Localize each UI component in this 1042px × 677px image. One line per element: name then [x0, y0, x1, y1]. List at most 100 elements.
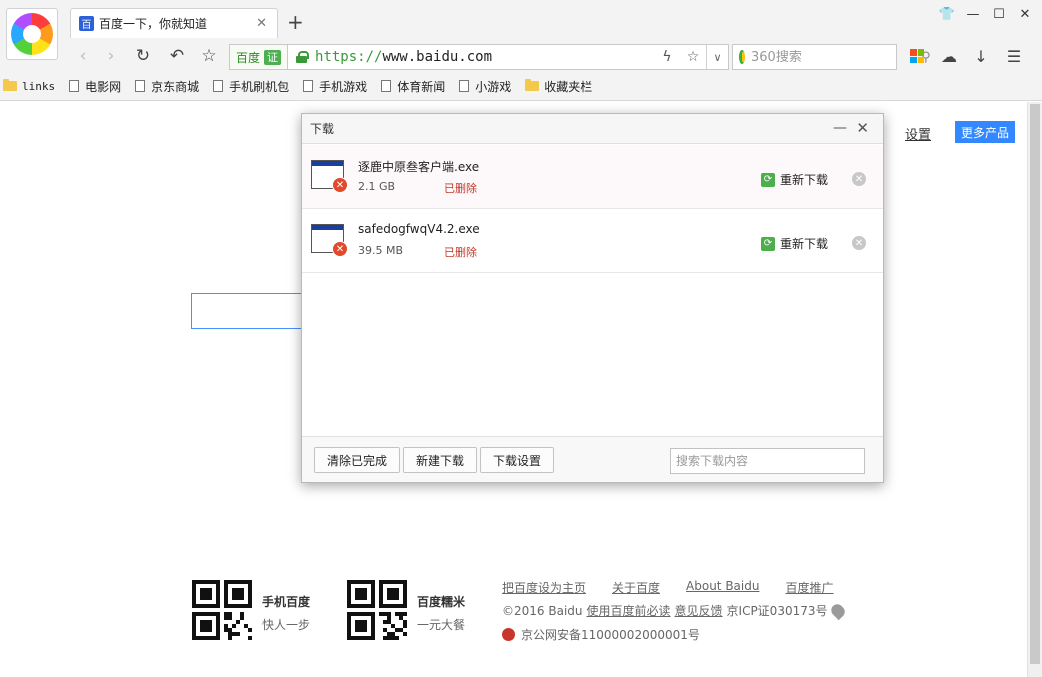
scrollbar-thumb[interactable]	[1030, 104, 1040, 664]
police-record-text: 京公网安备11000002000001号	[521, 628, 700, 642]
window-controls: 👕 — ☐ ✕	[939, 5, 1032, 23]
ev-site-name: 百度	[236, 50, 261, 65]
folder-icon	[525, 79, 540, 91]
page-icon	[135, 80, 146, 92]
reload-icon[interactable]: ↻	[132, 45, 154, 67]
page-icon	[69, 80, 80, 92]
tab-baidu[interactable]: 百 百度一下，你就知道 ✕	[70, 8, 278, 38]
download-status: 已删除	[444, 182, 477, 195]
download-filename: 逐鹿中原叁客户端.exe	[358, 160, 480, 174]
search-box[interactable]: ⚲	[732, 44, 931, 70]
about-baidu-cn-link[interactable]: 关于百度	[612, 579, 660, 596]
qr-subtitle: 一元大餐	[417, 618, 466, 632]
search-input[interactable]	[751, 49, 921, 65]
menu-icon[interactable]: ☰	[1003, 45, 1025, 67]
police-badge-icon	[502, 628, 515, 641]
qr-mobile-baidu[interactable]: 手机百度 快人一步	[192, 580, 310, 640]
bookmark-label: 电影网	[85, 79, 122, 94]
redownload-button[interactable]: ⟳ 重新下载	[761, 235, 828, 252]
baidu-search-input[interactable]	[191, 293, 306, 329]
ev-cert-mark: 证	[264, 49, 282, 65]
download-settings-button[interactable]: 下载设置	[480, 447, 554, 473]
download-icon[interactable]: ↓	[970, 45, 992, 67]
bookmark-mini-games[interactable]: 小游戏	[459, 78, 511, 95]
footer-copyright-line: ©2016 Baidu 使用百度前必读 意见反馈 京ICP证030173号	[502, 601, 847, 620]
bookmark-sports[interactable]: 体育新闻	[381, 78, 445, 95]
undo-close-icon[interactable]: ↶	[166, 45, 188, 67]
url-text[interactable]: https://www.baidu.com	[315, 49, 654, 65]
page-icon	[459, 80, 470, 92]
bookmark-movie[interactable]: 电影网	[69, 78, 121, 95]
maximize-icon[interactable]: ☐	[992, 5, 1006, 23]
download-size: 39.5 MB	[358, 244, 404, 257]
bookmark-label: 手机游戏	[319, 79, 368, 94]
feedback-link[interactable]: 意见反馈	[675, 602, 723, 619]
url-host: www.baidu.com	[382, 49, 493, 65]
favorite-star-icon[interactable]: ☆	[198, 45, 220, 67]
more-products-button[interactable]: 更多产品	[955, 121, 1015, 143]
bookmark-star-icon[interactable]: ☆	[680, 45, 706, 69]
redownload-label: 重新下载	[780, 237, 829, 251]
redownload-button[interactable]: ⟳ 重新下载	[761, 171, 828, 188]
baidu-favicon-icon: 百	[79, 16, 94, 31]
footer-police-line: 京公网安备11000002000001号	[502, 626, 700, 643]
ev-certificate-badge[interactable]: 百度 证	[230, 45, 289, 69]
download-item[interactable]: ✕ 逐鹿中原叁客户端.exe 2.1 GB 已删除 ⟳ 重新下载 ✕	[302, 145, 883, 209]
exe-file-icon: ✕	[311, 224, 348, 257]
forward-button[interactable]: ›	[100, 45, 122, 67]
minimize-icon[interactable]: —	[966, 5, 980, 23]
bookmark-mobile-games[interactable]: 手机游戏	[303, 78, 367, 95]
new-tab-button[interactable]: +	[287, 10, 304, 34]
download-size: 2.1 GB	[358, 180, 396, 193]
apps-grid-icon	[910, 49, 924, 63]
remove-item-icon[interactable]: ✕	[852, 236, 866, 250]
page-icon	[381, 80, 392, 92]
tab-close-icon[interactable]: ✕	[256, 16, 267, 31]
terms-link[interactable]: 使用百度前必读	[587, 602, 671, 619]
settings-link[interactable]: 设置	[905, 124, 931, 143]
new-download-button[interactable]: 新建下载	[403, 447, 477, 473]
bookmark-rom[interactable]: 手机刷机包	[213, 78, 289, 95]
bookmark-links[interactable]: links	[3, 79, 55, 93]
url-protocol: https://	[315, 49, 383, 65]
download-search-input[interactable]	[670, 448, 865, 474]
dialog-header[interactable]: 下载 — ✕	[302, 114, 883, 144]
qr-baidu-nuomi[interactable]: 百度糯米 一元大餐	[347, 580, 465, 640]
refresh-icon: ⟳	[761, 236, 775, 251]
skin-icon[interactable]: 👕	[939, 5, 955, 23]
footer-links: 把百度设为主页 关于百度 About Baidu 百度推广	[502, 579, 833, 596]
error-icon: ✕	[332, 241, 348, 257]
error-icon: ✕	[332, 177, 348, 193]
download-filename: safedogfwqV4.2.exe	[358, 222, 480, 236]
page-icon	[303, 80, 314, 92]
dialog-minimize-icon[interactable]: —	[833, 120, 847, 136]
baidu-promotion-link[interactable]: 百度推广	[785, 579, 833, 596]
download-item[interactable]: ✕ safedogfwqV4.2.exe 39.5 MB 已删除 ⟳ 重新下载 …	[302, 209, 883, 273]
remove-item-icon[interactable]: ✕	[852, 172, 866, 186]
redownload-label: 重新下载	[780, 173, 829, 187]
search-engine-icon	[739, 50, 745, 64]
dialog-close-icon[interactable]: ✕	[856, 119, 869, 137]
about-baidu-link[interactable]: About Baidu	[686, 579, 759, 596]
apps-icon[interactable]	[906, 45, 928, 67]
bookmarks-bar: links 电影网 京东商城 手机刷机包 手机游戏 体育新闻 小游戏 收藏夹栏	[0, 75, 606, 97]
icp-text: 京ICP证030173号	[726, 604, 828, 618]
browser-logo[interactable]	[6, 8, 58, 60]
address-bar[interactable]: 百度 证 https://www.baidu.com ϟ ☆ ∨	[229, 44, 729, 70]
qr-code-icon	[347, 580, 407, 640]
folder-icon	[3, 79, 17, 91]
back-button[interactable]: ‹	[72, 45, 94, 67]
page-scrollbar[interactable]	[1027, 102, 1042, 677]
bookmark-jd[interactable]: 京东商城	[135, 78, 199, 95]
clear-completed-button[interactable]: 清除已完成	[314, 447, 400, 473]
page-icon	[213, 80, 224, 92]
close-window-icon[interactable]: ✕	[1018, 5, 1032, 23]
bookmark-label: 体育新闻	[397, 79, 446, 94]
lightning-icon[interactable]: ϟ	[654, 45, 680, 69]
set-homepage-link[interactable]: 把百度设为主页	[502, 579, 586, 596]
bookmark-favorites-bar[interactable]: 收藏夹栏	[525, 78, 592, 95]
refresh-icon: ⟳	[761, 172, 775, 187]
cloud-icon[interactable]: ☁	[938, 45, 960, 67]
chevron-down-icon[interactable]: ∨	[706, 45, 728, 69]
qr-title: 手机百度	[262, 595, 311, 609]
